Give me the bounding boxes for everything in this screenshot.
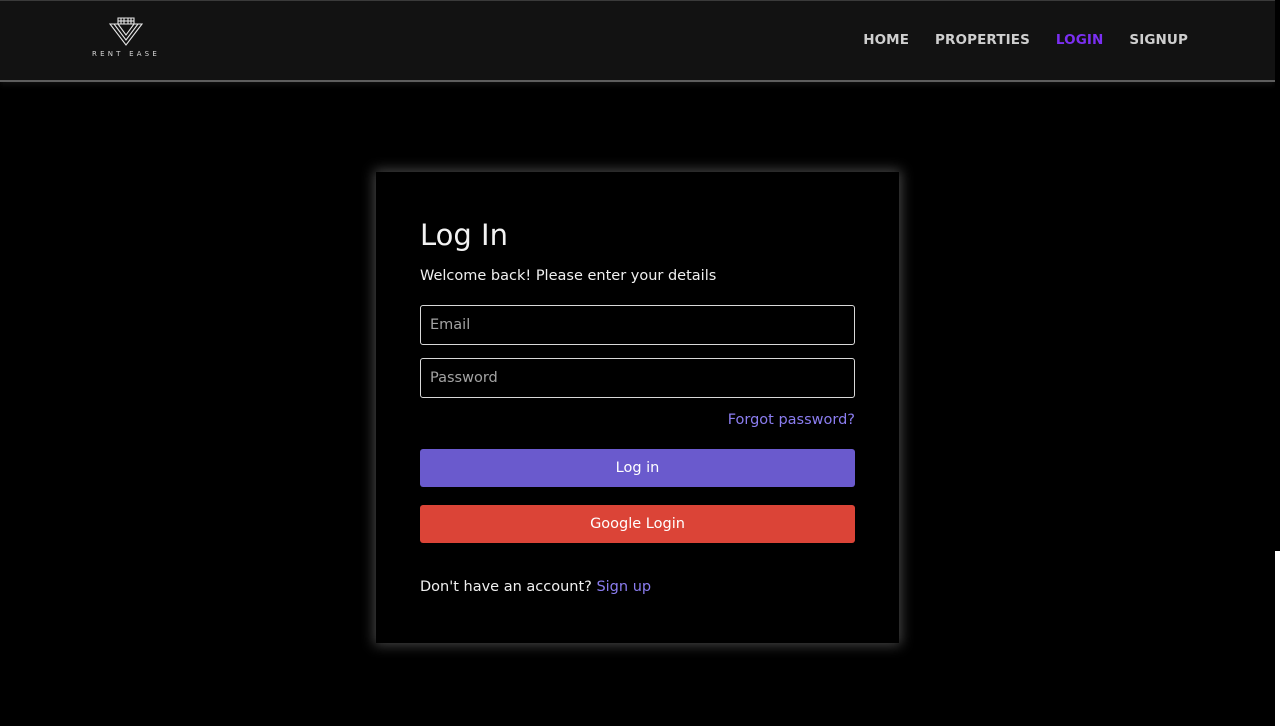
nav-home[interactable]: HOME [863,32,909,48]
login-button[interactable]: Log in [420,449,855,487]
signup-prompt-text: Don't have an account? [420,579,592,595]
google-login-button[interactable]: Google Login [420,505,855,543]
building-logo-icon [108,17,144,46]
main-nav: HOME PROPERTIES LOGIN SIGNUP [863,32,1188,48]
page: RENT EASE HOME PROPERTIES LOGIN SIGNUP L… [0,0,1280,726]
email-field[interactable] [420,305,855,345]
forgot-password-link[interactable]: Forgot password? [728,412,855,428]
nav-properties[interactable]: PROPERTIES [935,32,1030,48]
brand-logo[interactable]: RENT EASE [88,15,164,65]
signup-prompt-line: Don't have an account? Sign up [420,579,651,595]
top-navbar: RENT EASE HOME PROPERTIES LOGIN SIGNUP [0,0,1275,82]
scrollbar-track [1275,0,1280,551]
brand-name: RENT EASE [92,50,160,58]
nav-signup[interactable]: SIGNUP [1129,32,1188,48]
login-card: Log In Welcome back! Please enter your d… [376,172,899,643]
edge-white-strip [1275,551,1280,726]
page-subtitle: Welcome back! Please enter your details [420,268,717,284]
nav-login[interactable]: LOGIN [1056,32,1104,48]
password-field[interactable] [420,358,855,398]
page-title: Log In [420,218,508,252]
signup-link[interactable]: Sign up [596,579,651,595]
